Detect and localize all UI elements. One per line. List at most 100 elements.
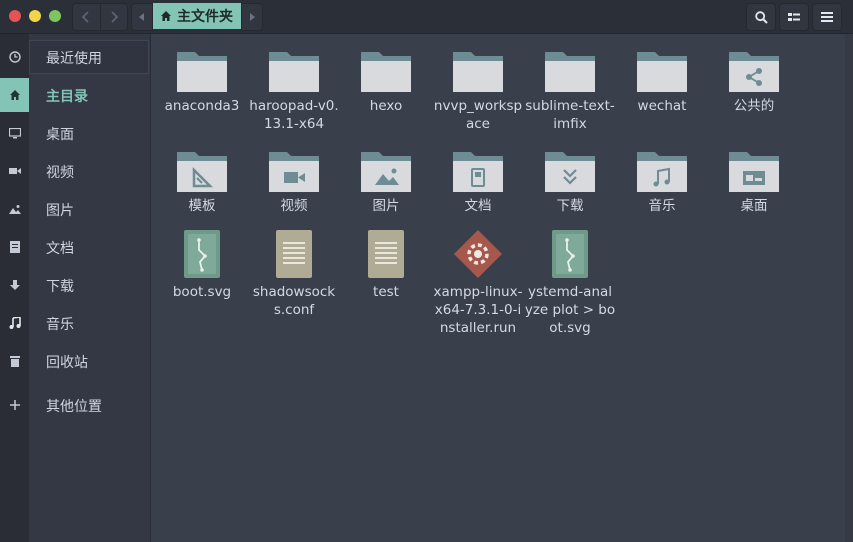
file-item[interactable]: 模板: [156, 152, 248, 215]
sidebar-item-desktop[interactable]: 桌面: [0, 116, 150, 150]
sidebar-item-label: 桌面: [46, 127, 74, 143]
path-scroll-left-button[interactable]: [131, 3, 153, 31]
path-scroll-right-button[interactable]: [241, 3, 263, 31]
arrow-right-icon: [250, 13, 255, 21]
file-item[interactable]: ystemd-analyze plot > boot.svg: [524, 230, 616, 337]
arrow-left-icon: [139, 13, 144, 21]
sidebar-item-label: 回收站: [46, 355, 88, 371]
file-name: anaconda3: [164, 98, 240, 114]
chevron-right-icon: [111, 11, 118, 23]
file-name: 模板: [188, 198, 216, 214]
svg-file-icon: [545, 230, 595, 278]
picture-icon: [0, 192, 29, 226]
executable-icon: [453, 230, 503, 278]
window-close-button[interactable]: [9, 10, 21, 22]
file-name: boot.svg: [172, 284, 232, 300]
hamburger-icon: [821, 12, 833, 22]
file-name: 音乐: [648, 198, 676, 214]
home-icon: [161, 11, 171, 21]
file-name: nvvp_workspace: [433, 98, 523, 132]
music-icon: [0, 306, 29, 340]
sidebar-item-label: 文档: [46, 241, 74, 257]
text-file-icon: [361, 230, 411, 278]
file-item[interactable]: boot.svg: [156, 230, 248, 301]
sidebar-item-pictures[interactable]: 图片: [0, 192, 150, 226]
folder-share-icon: [729, 52, 779, 92]
svg-file-icon: [177, 230, 227, 278]
folder-icon: [545, 52, 595, 92]
folder-icon: [453, 52, 503, 92]
file-item[interactable]: 视频: [248, 152, 340, 215]
search-button[interactable]: [746, 3, 776, 31]
download-icon: [0, 268, 29, 302]
file-name: ystemd-analyze plot > boot.svg: [524, 284, 616, 336]
file-item[interactable]: 图片: [340, 152, 432, 215]
file-item[interactable]: xampp-linux-x64-7.3.1-0-installer.run: [432, 230, 524, 337]
back-button[interactable]: [73, 4, 100, 30]
file-name: sublime-text-imfix: [525, 98, 615, 132]
sidebar-item-label: 主目录: [46, 89, 88, 105]
folder-icon: [361, 52, 411, 92]
file-item[interactable]: sublime-text-imfix: [524, 52, 616, 133]
sidebar-item-documents[interactable]: 文档: [0, 230, 150, 264]
menu-button[interactable]: [812, 3, 842, 31]
sidebar-item-other-locations[interactable]: 其他位置: [0, 388, 150, 422]
file-item[interactable]: test: [340, 230, 432, 301]
sidebar-item-music[interactable]: 音乐: [0, 306, 150, 340]
folder-icon: [637, 52, 687, 92]
file-name: haroopad-v0.13.1-x64: [249, 98, 339, 132]
file-name: 桌面: [740, 198, 768, 214]
text-file-icon: [269, 230, 319, 278]
file-item[interactable]: 文档: [432, 152, 524, 215]
folder-video-icon: [269, 152, 319, 192]
chevron-left-icon: [82, 11, 89, 23]
sidebar-item-videos[interactable]: 视频: [0, 154, 150, 188]
sidebar-item-recent[interactable]: 最近使用: [0, 40, 150, 74]
home-icon: [0, 78, 29, 112]
sidebar-item-home[interactable]: 主目录: [0, 78, 150, 112]
history-nav: [72, 3, 128, 31]
file-name: test: [373, 284, 399, 300]
desktop-icon: [0, 116, 29, 150]
file-grid: anaconda3 haroopad-v0.13.1-x64 hexo nvvp…: [152, 34, 853, 542]
sidebar-item-downloads[interactable]: 下载: [0, 268, 150, 302]
folder-templates-icon: [177, 152, 227, 192]
sidebar-item-label: 音乐: [46, 317, 74, 333]
document-icon: [0, 230, 29, 264]
forward-button[interactable]: [99, 4, 128, 30]
path-home-button[interactable]: 主文件夹: [153, 3, 241, 29]
file-name: 图片: [372, 198, 400, 214]
sidebar-item-label: 其他位置: [46, 399, 102, 415]
search-icon: [754, 10, 768, 24]
sidebar-item-label: 图片: [46, 203, 74, 219]
file-item[interactable]: haroopad-v0.13.1-x64: [248, 52, 340, 133]
file-name: xampp-linux-x64-7.3.1-0-installer.run: [433, 284, 523, 336]
window-maximize-button[interactable]: [49, 10, 61, 22]
sidebar-item-label: 最近使用: [46, 51, 102, 67]
sidebar-item-label: 下载: [46, 279, 74, 295]
folder-icon: [177, 52, 227, 92]
file-item[interactable]: anaconda3: [156, 52, 248, 115]
file-item[interactable]: wechat: [616, 52, 708, 115]
file-name: hexo: [369, 98, 403, 114]
file-item[interactable]: nvvp_workspace: [432, 52, 524, 133]
sidebar-item-trash[interactable]: 回收站: [0, 344, 150, 378]
file-name: shadowsocks.conf: [252, 284, 336, 318]
file-item[interactable]: hexo: [340, 52, 432, 115]
list-view-icon: [788, 12, 800, 21]
view-options-button[interactable]: [779, 3, 809, 31]
folder-music-icon: [637, 152, 687, 192]
file-item[interactable]: 下载: [524, 152, 616, 215]
file-item[interactable]: 公共的: [708, 52, 800, 115]
folder-documents-icon: [453, 152, 503, 192]
file-item[interactable]: 桌面: [708, 152, 800, 215]
clock-icon: [0, 40, 29, 74]
trash-icon: [0, 344, 29, 378]
file-item[interactable]: shadowsocks.conf: [248, 230, 340, 319]
file-item[interactable]: 音乐: [616, 152, 708, 215]
folder-download-icon: [545, 152, 595, 192]
window-minimize-button[interactable]: [29, 10, 41, 22]
file-name: 下载: [556, 198, 584, 214]
header-bar: 主文件夹: [0, 0, 853, 34]
file-name: 公共的: [733, 98, 775, 114]
